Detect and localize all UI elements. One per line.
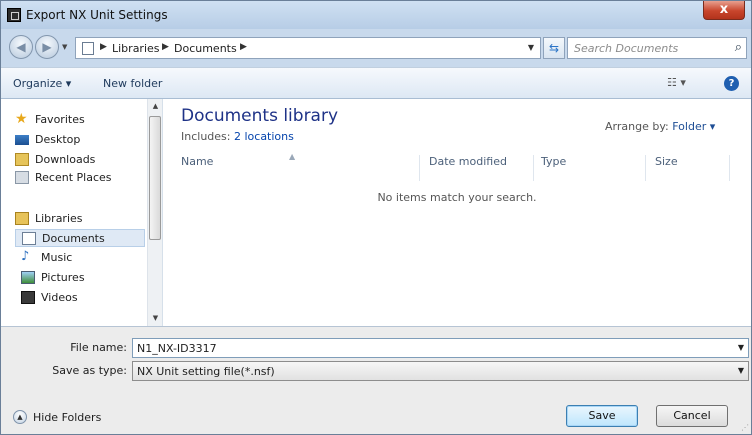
resize-grip-icon[interactable]: ⋰ xyxy=(741,423,749,432)
column-header-type[interactable]: Type xyxy=(541,155,566,181)
nav-item-pictures[interactable]: Pictures xyxy=(15,269,143,287)
arrange-by-value[interactable]: Folder ▾ xyxy=(672,120,715,133)
navigation-pane: ★ Favorites Desktop Downloads Recent Pla… xyxy=(1,99,163,326)
breadcrumb-documents[interactable]: Documents xyxy=(174,42,237,55)
file-name-value[interactable]: N1_NX-ID3317 xyxy=(137,342,217,355)
collapse-icon[interactable]: ▲ xyxy=(13,410,27,424)
nav-item-libraries[interactable]: Libraries xyxy=(15,210,143,228)
hide-folders-button[interactable]: ▲ Hide Folders xyxy=(13,409,153,427)
folder-icon xyxy=(82,42,94,55)
change-view-button[interactable]: ☷ ▾ xyxy=(667,76,686,89)
command-bar: Organize ▾ New folder ☷ ▾ ? xyxy=(1,67,751,99)
refresh-button[interactable]: ⇆ xyxy=(543,37,565,59)
export-dialog: Export NX Unit Settings x ◀ ▶ ▼ ▶ Librar… xyxy=(0,0,752,435)
file-name-field[interactable]: N1_NX-ID3317 ▼ xyxy=(132,338,749,358)
save-as-type-select[interactable]: NX Unit setting file(*.nsf) ▼ xyxy=(132,361,749,381)
breadcrumb-libraries[interactable]: Libraries xyxy=(112,42,160,55)
library-title: Documents library xyxy=(181,106,339,126)
column-header-size[interactable]: Size xyxy=(655,155,678,181)
empty-list-message: No items match your search. xyxy=(377,191,537,204)
arrange-by-control[interactable]: Arrange by: Folder ▾ xyxy=(605,120,715,133)
chevron-right-icon[interactable]: ▶ xyxy=(162,42,169,52)
chevron-right-icon[interactable]: ▶ xyxy=(100,42,107,52)
save-as-type-dropdown-icon[interactable]: ▼ xyxy=(738,366,744,375)
navigation-bar: ◀ ▶ ▼ ▶ Libraries ▶ Documents ▶ ▼ ⇆ Sear… xyxy=(1,29,751,67)
save-options-panel: File name: N1_NX-ID3317 ▼ Save as type: … xyxy=(1,326,751,434)
address-dropdown-icon[interactable]: ▼ xyxy=(528,43,534,52)
column-header-date-modified[interactable]: Date modified xyxy=(429,155,507,181)
nav-item-documents[interactable]: Documents xyxy=(15,229,145,247)
save-as-type-value: NX Unit setting file(*.nsf) xyxy=(137,365,275,378)
videos-icon xyxy=(21,291,35,304)
title-bar: Export NX Unit Settings x xyxy=(1,1,751,29)
scroll-down-arrow-icon[interactable]: ▼ xyxy=(148,311,163,326)
organize-menu[interactable]: Organize ▾ xyxy=(13,77,71,90)
pictures-icon xyxy=(21,271,35,284)
forward-button[interactable]: ▶ xyxy=(35,35,59,59)
back-button[interactable]: ◀ xyxy=(9,35,33,59)
search-placeholder: Search Documents xyxy=(574,42,679,55)
nav-item-favorites[interactable]: ★ Favorites xyxy=(15,111,143,129)
scroll-up-arrow-icon[interactable]: ▲ xyxy=(148,99,163,114)
nav-item-music[interactable]: ♪ Music xyxy=(15,249,143,267)
chevron-right-icon[interactable]: ▶ xyxy=(240,42,247,52)
nav-item-recent-places[interactable]: Recent Places xyxy=(15,169,143,187)
sort-ascending-icon: ▲ xyxy=(289,152,296,161)
nav-pane-scrollbar[interactable]: ▲ ▼ xyxy=(147,99,162,326)
nav-item-videos[interactable]: Videos xyxy=(15,289,143,307)
search-input[interactable]: Search Documents ⌕ xyxy=(567,37,747,59)
recent-pages-dropdown-icon[interactable]: ▼ xyxy=(62,43,67,51)
file-name-dropdown-icon[interactable]: ▼ xyxy=(738,343,744,352)
scrollbar-thumb[interactable] xyxy=(149,116,161,240)
star-icon: ★ xyxy=(15,111,28,127)
new-folder-button[interactable]: New folder xyxy=(103,77,162,90)
music-icon: ♪ xyxy=(21,249,30,264)
desktop-icon xyxy=(15,135,29,145)
help-icon[interactable]: ? xyxy=(724,76,739,91)
file-name-label: File name: xyxy=(70,341,127,354)
nav-item-downloads[interactable]: Downloads xyxy=(15,151,143,169)
nav-item-desktop[interactable]: Desktop xyxy=(15,131,143,149)
column-header-name[interactable]: Name xyxy=(181,155,213,181)
save-as-type-label: Save as type: xyxy=(52,364,127,377)
column-divider[interactable] xyxy=(533,155,534,181)
app-icon xyxy=(7,8,21,22)
libraries-icon xyxy=(15,212,29,225)
column-divider[interactable] xyxy=(729,155,730,181)
cancel-button[interactable]: Cancel xyxy=(656,405,728,427)
column-divider[interactable] xyxy=(645,155,646,181)
downloads-folder-icon xyxy=(15,153,29,166)
window-title: Export NX Unit Settings xyxy=(26,8,168,22)
save-button[interactable]: Save xyxy=(566,405,638,427)
close-button[interactable]: x xyxy=(703,1,745,20)
column-divider[interactable] xyxy=(419,155,420,181)
file-list-area: Documents library Includes: 2 locations … xyxy=(163,99,751,326)
recent-places-icon xyxy=(15,171,29,184)
address-bar[interactable]: ▶ Libraries ▶ Documents ▶ ▼ xyxy=(75,37,541,59)
documents-icon xyxy=(22,232,36,245)
locations-link[interactable]: 2 locations xyxy=(234,130,294,143)
library-includes: Includes: 2 locations xyxy=(181,130,294,143)
search-icon[interactable]: ⌕ xyxy=(735,40,742,55)
